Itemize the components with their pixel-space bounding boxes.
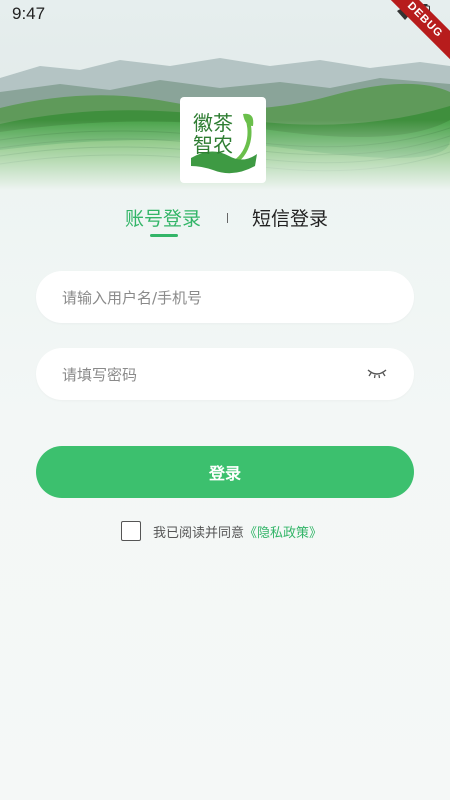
privacy-agreement: 我已阅读并同意 《隐私政策》 — [121, 521, 322, 541]
status-bar: 9:47 — [0, 0, 450, 28]
privacy-policy-link[interactable]: 《隐私政策》 — [244, 522, 322, 541]
tab-divider — [227, 213, 228, 223]
active-tab-indicator — [150, 234, 178, 237]
password-input[interactable]: 请填写密码 — [36, 348, 414, 400]
tab-account-login[interactable]: 账号登录 — [125, 204, 201, 231]
username-input[interactable]: 请输入用户名/手机号 — [36, 271, 414, 323]
status-time: 9:47 — [12, 4, 46, 23]
password-placeholder: 请填写密码 — [62, 365, 138, 384]
username-placeholder: 请输入用户名/手机号 — [62, 288, 203, 307]
agree-text: 我已阅读并同意 — [153, 525, 245, 541]
agree-checkbox[interactable] — [121, 521, 141, 541]
app-logo: 徽茶 智农 — [180, 97, 266, 183]
logo-line1: 徽茶 — [193, 111, 233, 135]
tab-sms-login[interactable]: 短信登录 — [252, 204, 328, 231]
eye-closed-icon[interactable] — [366, 365, 388, 384]
logo-line2: 智农 — [193, 133, 233, 157]
login-button[interactable]: 登录 — [36, 446, 414, 498]
login-tabs: 账号登录 短信登录 — [0, 204, 450, 244]
